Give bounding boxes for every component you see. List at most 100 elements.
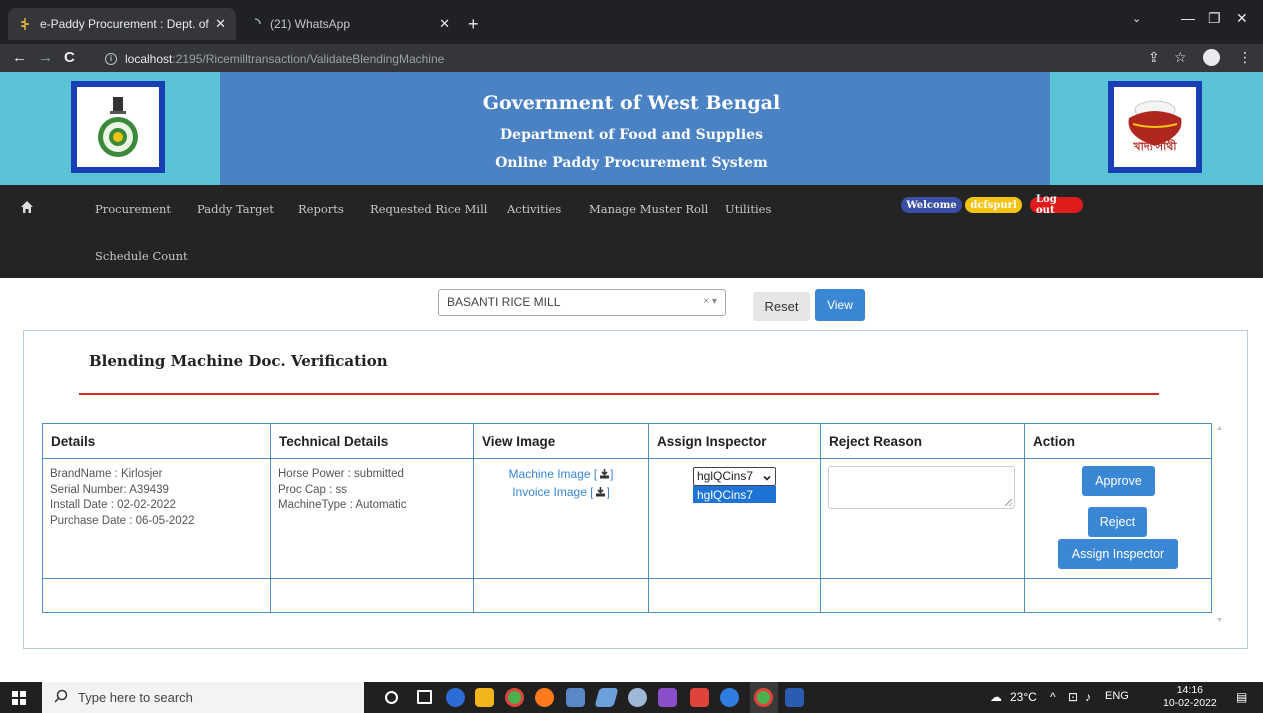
nav-item-manage-muster-roll[interactable]: Manage Muster Roll bbox=[589, 202, 708, 216]
network-icon[interactable]: ⊡ bbox=[1068, 690, 1078, 704]
forward-icon[interactable]: → bbox=[38, 49, 53, 66]
reject-reason-textarea[interactable] bbox=[828, 466, 1015, 509]
bookmark-star-icon[interactable]: ☆ bbox=[1174, 49, 1187, 66]
title-divider bbox=[79, 393, 1159, 395]
purchase-date: Purchase Date : 06-05-2022 bbox=[50, 514, 195, 527]
banner-title: Government of West Bengal bbox=[482, 92, 781, 114]
col-header-assign-inspector: Assign Inspector bbox=[648, 423, 821, 459]
rice-mill-selected-value: BASANTI RICE MILL bbox=[447, 295, 561, 309]
ssms-icon[interactable] bbox=[720, 688, 739, 707]
view-button[interactable]: View bbox=[815, 289, 865, 321]
edge-icon[interactable] bbox=[446, 688, 465, 707]
url-host: localhost bbox=[125, 51, 173, 66]
profile-avatar-icon[interactable] bbox=[1203, 49, 1220, 66]
home-icon[interactable] bbox=[20, 200, 34, 219]
taskbar-search[interactable]: Type here to search bbox=[42, 682, 364, 713]
assign-inspector-cell: hglQCins7 hglQCins7 bbox=[648, 458, 821, 579]
reload-icon[interactable]: C bbox=[64, 49, 75, 66]
windows-taskbar: Type here to search ☁ 23°C ^ ⊡ ♪ ENG 14:… bbox=[0, 682, 1263, 713]
reject-button[interactable]: Reject bbox=[1088, 507, 1147, 537]
machine-type: MachineType : Automatic bbox=[278, 499, 407, 511]
chrome-active-icon[interactable] bbox=[754, 688, 773, 707]
invoice-image-link[interactable]: Invoice Image [] bbox=[481, 485, 641, 503]
banner-subtitle-system: Online Paddy Procurement System bbox=[495, 155, 768, 171]
windows-start-icon[interactable] bbox=[12, 691, 26, 710]
browser-tab-whatsapp[interactable]: (21) WhatsApp ✕ bbox=[238, 8, 460, 40]
minimize-icon[interactable]: — bbox=[1181, 10, 1195, 26]
scroll-down-icon[interactable]: ▼ bbox=[1216, 617, 1223, 624]
tab-title: (21) WhatsApp bbox=[270, 17, 351, 31]
anydesk-icon[interactable] bbox=[690, 688, 709, 707]
pen-app-icon[interactable] bbox=[594, 688, 619, 707]
paint-icon[interactable] bbox=[628, 688, 647, 707]
reset-button[interactable]: Reset bbox=[753, 292, 810, 321]
url-field[interactable]: i localhost :2195/Ricemilltransaction/Va… bbox=[105, 48, 1115, 69]
weather-cloud-icon[interactable]: ☁ bbox=[990, 690, 1002, 704]
clock-time: 14:16 bbox=[1176, 684, 1203, 696]
language-indicator[interactable]: ENG bbox=[1105, 690, 1129, 702]
file-explorer-icon[interactable] bbox=[475, 688, 494, 707]
nav-item-activities[interactable]: Activities bbox=[507, 202, 561, 216]
welcome-badge: Welcome bbox=[901, 197, 962, 213]
close-window-icon[interactable]: ✕ bbox=[1236, 10, 1248, 27]
inspector-select[interactable]: hglQCins7 hglQCins7 bbox=[693, 467, 776, 503]
install-date: Install Date : 02-02-2022 bbox=[50, 499, 176, 511]
inspector-option[interactable]: hglQCins7 bbox=[693, 486, 776, 503]
main-nav: Procurement Paddy Target Reports Request… bbox=[0, 185, 1263, 278]
firefox-icon[interactable] bbox=[535, 688, 554, 707]
restore-icon[interactable]: ❐ bbox=[1208, 10, 1221, 27]
search-icon bbox=[54, 689, 68, 706]
nav-item-requested-rice-mill[interactable]: Requested Rice Mill bbox=[370, 202, 487, 216]
tab-search-icon[interactable]: ⌄ bbox=[1132, 12, 1141, 25]
clock-date: 10-02-2022 bbox=[1163, 697, 1217, 709]
menu-kebab-icon[interactable]: ⋮ bbox=[1238, 49, 1252, 66]
notification-icon[interactable]: ▤ bbox=[1236, 690, 1247, 704]
volume-icon[interactable]: ♪ bbox=[1085, 690, 1091, 704]
table-row: BrandName : Kirlosjer Serial Number: A39… bbox=[42, 458, 1212, 579]
nav-item-paddy-target[interactable]: Paddy Target bbox=[197, 202, 274, 216]
proc-cap: Proc Cap : ss bbox=[278, 483, 348, 496]
machine-image-link[interactable]: Machine Image [] bbox=[481, 467, 641, 485]
chrome-icon[interactable] bbox=[505, 688, 524, 707]
brand-name: BrandName : Kirlosjer bbox=[50, 468, 163, 480]
close-tab-icon[interactable]: ✕ bbox=[439, 16, 450, 32]
cortana-icon[interactable] bbox=[385, 691, 398, 704]
close-tab-icon[interactable]: ✕ bbox=[215, 16, 226, 32]
clear-and-dropdown-icon[interactable]: × ▾ bbox=[703, 296, 717, 307]
address-bar-row: ← → C i localhost :2195/Ricemilltransact… bbox=[0, 44, 1263, 72]
blending-machine-table: Details Technical Details View Image Ass… bbox=[42, 423, 1212, 613]
header-banner: খাদ্য সাথী Government of West Bengal Dep… bbox=[0, 72, 1263, 185]
back-icon[interactable]: ← bbox=[12, 49, 27, 66]
approve-button[interactable]: Approve bbox=[1082, 466, 1155, 496]
nav-item-schedule-count[interactable]: Schedule Count bbox=[95, 249, 188, 263]
nav-item-utilities[interactable]: Utilities bbox=[725, 202, 771, 216]
search-placeholder: Type here to search bbox=[78, 690, 193, 705]
resize-grip-icon[interactable] bbox=[1005, 499, 1012, 506]
network-app-icon[interactable] bbox=[566, 688, 585, 707]
table-header-row: Details Technical Details View Image Ass… bbox=[42, 423, 1212, 459]
browser-tab-epaddy[interactable]: e-Paddy Procurement : Dept. of F ✕ bbox=[8, 8, 236, 40]
table-scrollbar[interactable]: ▲ ▼ bbox=[1212, 423, 1228, 633]
temperature-text[interactable]: 23°C bbox=[1010, 690, 1037, 704]
nav-item-reports[interactable]: Reports bbox=[298, 202, 344, 216]
show-hidden-icons-icon[interactable]: ^ bbox=[1050, 690, 1056, 704]
task-view-icon[interactable] bbox=[417, 690, 432, 704]
word-icon[interactable] bbox=[785, 688, 804, 707]
details-cell: BrandName : Kirlosjer Serial Number: A39… bbox=[42, 458, 271, 579]
clock[interactable]: 14:16 10-02-2022 bbox=[1163, 684, 1217, 710]
loading-spinner-icon bbox=[248, 17, 262, 31]
assign-inspector-button[interactable]: Assign Inspector bbox=[1058, 539, 1178, 569]
logout-button[interactable]: Log out bbox=[1030, 194, 1083, 216]
horse-power: Horse Power : submitted bbox=[278, 468, 404, 480]
rice-mill-select[interactable]: BASANTI RICE MILL × ▾ bbox=[438, 289, 726, 316]
table-row-empty bbox=[42, 578, 1212, 613]
share-icon[interactable]: ⇪ bbox=[1148, 49, 1160, 66]
visual-studio-icon[interactable] bbox=[658, 688, 677, 707]
reject-reason-cell bbox=[820, 458, 1025, 579]
panel-title: Blending Machine Doc. Verification bbox=[89, 352, 388, 370]
site-info-icon[interactable]: i bbox=[105, 52, 117, 65]
new-tab-icon[interactable]: + bbox=[468, 14, 479, 35]
col-header-action: Action bbox=[1024, 423, 1212, 459]
nav-item-procurement[interactable]: Procurement bbox=[95, 202, 171, 216]
scroll-up-icon[interactable]: ▲ bbox=[1216, 425, 1223, 432]
